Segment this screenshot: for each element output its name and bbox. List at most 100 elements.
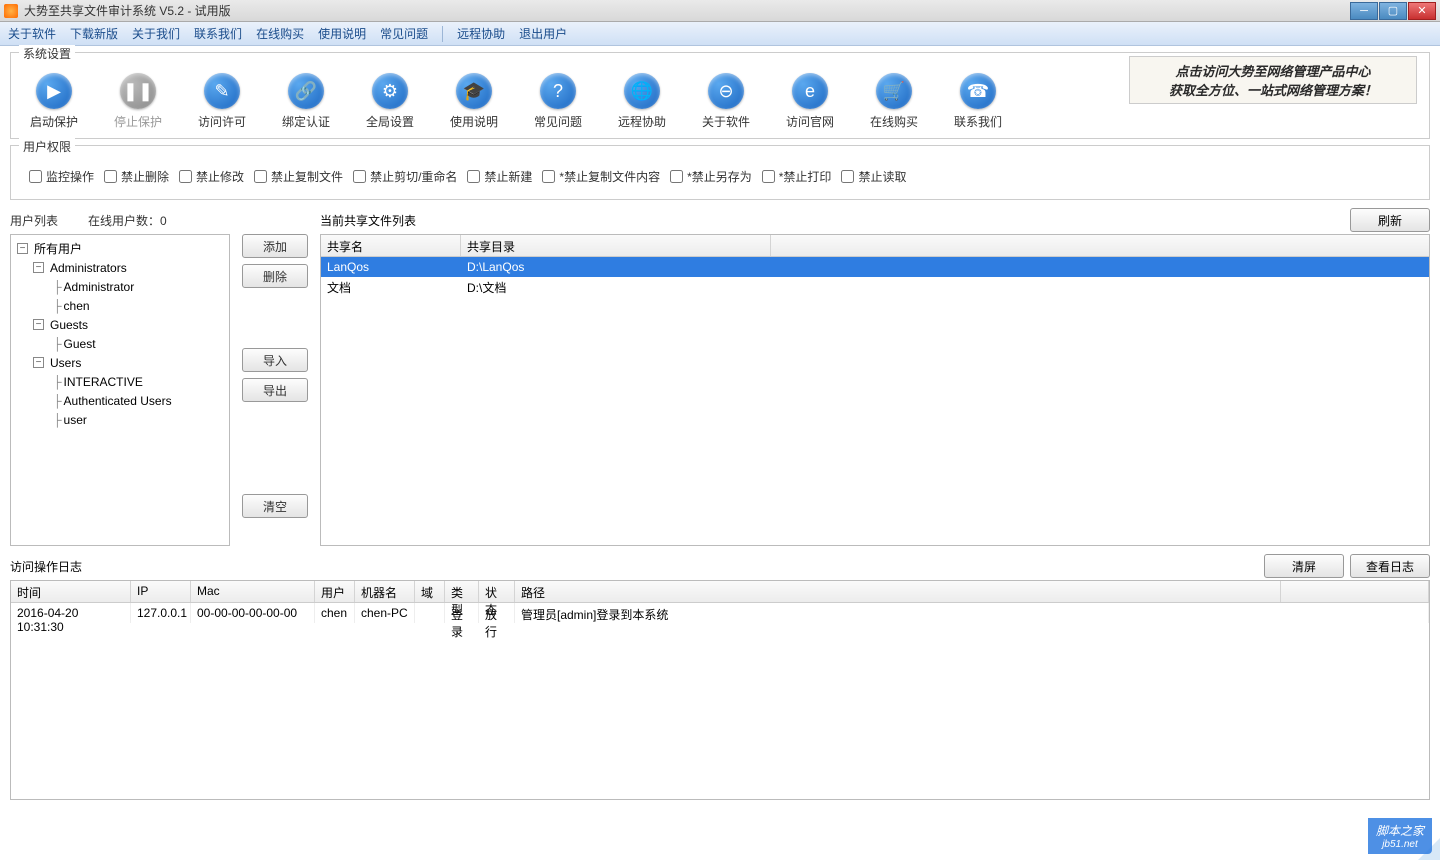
permission-checkbox[interactable]: *禁止打印 [762, 168, 832, 185]
menu-item[interactable]: 关于软件 [8, 25, 56, 42]
expand-icon[interactable]: − [33, 262, 44, 273]
tree-group[interactable]: −Administrators [13, 258, 227, 277]
stop-protect-icon: ❚❚ [120, 73, 156, 109]
export-button[interactable]: 导出 [242, 378, 308, 402]
checkbox[interactable] [467, 170, 480, 183]
permission-checkbox[interactable]: 禁止新建 [467, 168, 532, 185]
faq-icon: ? [540, 73, 576, 109]
permission-checkbox[interactable]: 禁止读取 [841, 168, 906, 185]
menu-item[interactable]: 远程协助 [457, 25, 505, 42]
menu-item[interactable]: 联系我们 [194, 25, 242, 42]
log-col-time[interactable]: 时间 [11, 581, 131, 602]
close-button[interactable]: ✕ [1408, 2, 1436, 20]
menu-item[interactable]: 退出用户 [519, 25, 567, 42]
permission-checkbox[interactable]: 禁止复制文件 [254, 168, 343, 185]
expand-icon[interactable]: − [17, 243, 28, 254]
toolbar-start-protect[interactable]: ▶启动保护 [29, 73, 79, 130]
toolbar-buy-online[interactable]: 🛒 在线购买 [869, 73, 919, 130]
log-col-domain[interactable]: 域 [415, 581, 445, 602]
add-button[interactable]: 添加 [242, 234, 308, 258]
permission-checkbox[interactable]: 监控操作 [29, 168, 94, 185]
checkbox[interactable] [353, 170, 366, 183]
usage-icon: 🎓 [456, 73, 492, 109]
toolbar-visit-site[interactable]: e访问官网 [785, 73, 835, 130]
share-col-name[interactable]: 共享名 [321, 235, 461, 256]
log-row[interactable]: 2016-04-20 10:31:30127.0.0.100-00-00-00-… [11, 603, 1429, 623]
minimize-button[interactable]: ─ [1350, 2, 1378, 20]
delete-button[interactable]: 删除 [242, 264, 308, 288]
tree-user[interactable]: ├ Guest [13, 334, 227, 353]
expand-icon[interactable]: − [33, 319, 44, 330]
checkbox[interactable] [29, 170, 42, 183]
start-protect-icon: ▶ [36, 73, 72, 109]
log-col-mac[interactable]: Mac [191, 581, 315, 602]
log-col-ip[interactable]: IP [131, 581, 191, 602]
view-log-button[interactable]: 查看日志 [1350, 554, 1430, 578]
toolbar-access-permit[interactable]: ✎访问许可 [197, 73, 247, 130]
menu-item[interactable]: 常见问题 [380, 25, 428, 42]
log-col-user[interactable]: 用户 [315, 581, 355, 602]
menu-item[interactable]: 在线购买 [256, 25, 304, 42]
toolbar-contact-us[interactable]: ☎联系我们 [953, 73, 1003, 130]
online-user-count: 在线用户数：0 [88, 212, 167, 229]
checkbox[interactable] [542, 170, 555, 183]
share-col-dir[interactable]: 共享目录 [461, 235, 771, 256]
checkbox[interactable] [179, 170, 192, 183]
watermark-url: jb51.net [1382, 839, 1418, 850]
buy-online-icon: 🛒 [876, 73, 912, 109]
permission-checkbox[interactable]: 禁止修改 [179, 168, 244, 185]
user-tree[interactable]: −所有用户−Administrators├ Administrator├ che… [10, 234, 230, 546]
clear-button[interactable]: 清空 [242, 494, 308, 518]
toolbar-remote-help[interactable]: 🌐远程协助 [617, 73, 667, 130]
permission-checkbox[interactable]: 禁止删除 [104, 168, 169, 185]
tree-root[interactable]: −所有用户 [13, 239, 227, 258]
log-col-path[interactable]: 路径 [515, 581, 1281, 602]
clear-screen-button[interactable]: 清屏 [1264, 554, 1344, 578]
toolbar-usage[interactable]: 🎓使用说明 [449, 73, 499, 130]
checkbox[interactable] [670, 170, 683, 183]
tree-user[interactable]: ├ Authenticated Users [13, 391, 227, 410]
permission-checkbox[interactable]: *禁止另存为 [670, 168, 752, 185]
log-col-type[interactable]: 类型 [445, 581, 479, 602]
toolbar-faq[interactable]: ?常见问题 [533, 73, 583, 130]
log-col-machine[interactable]: 机器名 [355, 581, 415, 602]
permission-checkbox[interactable]: 禁止剪切/重命名 [353, 168, 457, 185]
share-table[interactable]: 共享名 共享目录 LanQosD:\LanQos文档D:\文档 [320, 234, 1430, 546]
refresh-button[interactable]: 刷新 [1350, 208, 1430, 232]
toolbar-stop-protect: ❚❚停止保护 [113, 73, 163, 130]
menu-item[interactable]: 关于我们 [132, 25, 180, 42]
expand-icon[interactable]: − [33, 357, 44, 368]
toolbar-bind-auth[interactable]: 🔗绑定认证 [281, 73, 331, 130]
log-title: 访问操作日志 [10, 558, 82, 575]
watermark-brand: 脚本之家 [1376, 822, 1424, 839]
tree-user[interactable]: ├ chen [13, 296, 227, 315]
banner-link[interactable]: 点击访问大势至网络管理产品中心 获取全方位、一站式网络管理方案！ [1129, 56, 1417, 104]
checkbox[interactable] [254, 170, 267, 183]
toolbar-about-soft[interactable]: ⊖关于软件 [701, 73, 751, 130]
remote-help-icon: 🌐 [624, 73, 660, 109]
menu-item[interactable]: 下载新版 [70, 25, 118, 42]
tree-group[interactable]: −Guests [13, 315, 227, 334]
toolbar-label: 在线购买 [870, 113, 918, 130]
tree-user[interactable]: ├ INTERACTIVE [13, 372, 227, 391]
menu-item[interactable]: 使用说明 [318, 25, 366, 42]
visit-site-icon: e [792, 73, 828, 109]
log-table[interactable]: 时间 IP Mac 用户 机器名 域 类型 状态 路径 2016-04-20 1… [10, 580, 1430, 800]
banner-line2: 获取全方位、一站式网络管理方案！ [1169, 80, 1377, 99]
log-col-status[interactable]: 状态 [479, 581, 515, 602]
permission-checkbox[interactable]: *禁止复制文件内容 [542, 168, 660, 185]
maximize-button[interactable]: ▢ [1379, 2, 1407, 20]
checkbox[interactable] [762, 170, 775, 183]
app-icon [4, 4, 18, 18]
group-system-legend: 系统设置 [19, 45, 75, 62]
group-perm-legend: 用户权限 [19, 138, 75, 155]
checkbox[interactable] [841, 170, 854, 183]
tree-user[interactable]: ├ Administrator [13, 277, 227, 296]
checkbox[interactable] [104, 170, 117, 183]
import-button[interactable]: 导入 [242, 348, 308, 372]
tree-user[interactable]: ├ user [13, 410, 227, 429]
tree-group[interactable]: −Users [13, 353, 227, 372]
share-row[interactable]: LanQosD:\LanQos [321, 257, 1429, 277]
share-row[interactable]: 文档D:\文档 [321, 277, 1429, 297]
toolbar-global-settings[interactable]: ⚙全局设置 [365, 73, 415, 130]
